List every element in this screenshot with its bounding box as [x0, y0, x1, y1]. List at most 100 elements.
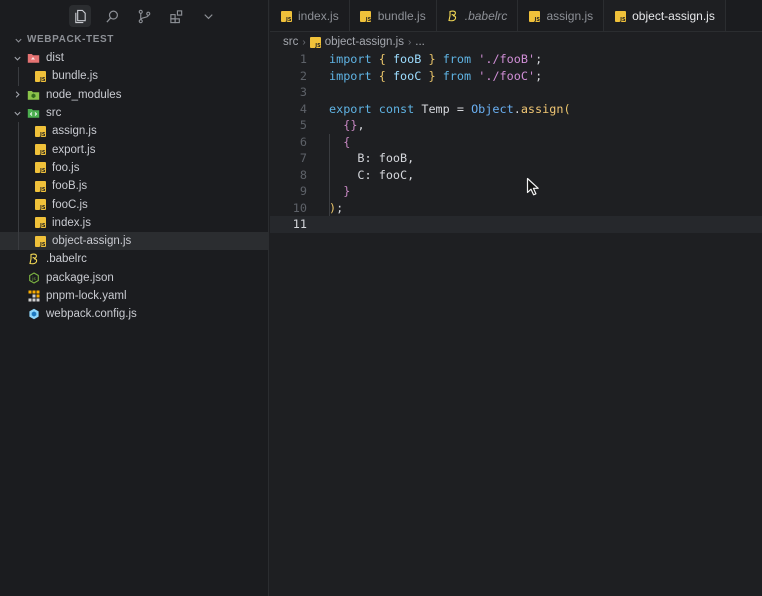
line-number: 7	[299, 151, 307, 165]
file-item-bundle-js[interactable]: bundle.js	[0, 67, 268, 86]
breadcrumb-folder[interactable]: src	[283, 36, 298, 48]
babel-icon	[29, 253, 38, 265]
babel-icon	[448, 10, 456, 22]
folder-item-node-modules[interactable]: node_modules	[0, 86, 268, 104]
tab-assign-js[interactable]: assign.js	[518, 0, 605, 31]
tree-item-label: fooC.js	[52, 198, 88, 211]
chevron-right-icon: ›	[302, 36, 306, 48]
code-token: './fooC'	[478, 68, 536, 83]
tab-bundle-js[interactable]: bundle.js	[350, 0, 437, 31]
code-token: B: fooB,	[329, 151, 415, 165]
code-line[interactable]: 8 C: fooC,	[270, 167, 762, 184]
line-number: 6	[299, 134, 307, 149]
tree-item-label: object-assign.js	[52, 235, 132, 248]
file-item-assign-js[interactable]: assign.js	[0, 122, 268, 141]
chevron-right-icon: ›	[407, 36, 412, 48]
file-item-object-assign-js[interactable]: object-assign.js	[0, 231, 268, 251]
file-item-fooc-js[interactable]: fooC.js	[0, 195, 268, 214]
tab-label: index.js	[298, 9, 339, 23]
code-token: from	[442, 68, 472, 83]
files-icon[interactable]	[69, 5, 91, 27]
source-control-icon[interactable]	[133, 5, 155, 27]
code-token: ;	[535, 68, 543, 83]
tree-item-label: bundle.js	[52, 70, 99, 83]
line-number: 2	[299, 68, 307, 83]
tree-indent-guide	[18, 67, 19, 86]
code-line[interactable]: 1 import { fooB } from './fooB';	[270, 51, 762, 68]
chevron-down-icon	[15, 38, 22, 43]
code-line[interactable]: 2 import { fooC } from './fooC';	[270, 68, 762, 85]
chevron-down-icon[interactable]	[197, 5, 219, 27]
folder-item-dist[interactable]: dist	[0, 49, 268, 67]
explorer-root-header[interactable]: WEBPACK-TEST	[0, 31, 268, 49]
tab-index-js[interactable]: index.js	[270, 0, 350, 31]
folder-node-icon	[27, 90, 40, 100]
tab-label: .babelrc	[464, 9, 508, 23]
line-number: 11	[292, 217, 307, 231]
nodejs-icon: js	[29, 272, 39, 284]
tab-label: bundle.js	[377, 9, 426, 23]
folder-item-src[interactable]: src	[0, 104, 268, 122]
code-line[interactable]: 5 {},	[270, 117, 762, 134]
tree-indent-guide	[18, 122, 19, 141]
js-file-icon	[34, 217, 46, 229]
code-token: assign	[520, 101, 564, 116]
code-line[interactable]: 10);	[270, 200, 762, 217]
tree-item-label: assign.js	[52, 125, 97, 138]
js-file-icon	[34, 70, 46, 83]
code-editor[interactable]: 1 import { fooB } from './fooB'; 2 import {…	[270, 51, 762, 233]
code-token: Object	[471, 101, 514, 116]
tree-item-label: foo.js	[52, 161, 80, 174]
file-item-index-js[interactable]: index.js	[0, 213, 268, 232]
js-file-icon	[614, 10, 626, 23]
tab-label: assign.js	[546, 9, 594, 23]
tree-item-label: fooB.js	[52, 180, 88, 193]
tab-babelrc[interactable]: .babelrc	[437, 0, 519, 31]
breadcrumb: src › object-assign.js › ...	[270, 33, 762, 51]
code-token: fooC	[392, 68, 422, 83]
code-token: ;	[535, 52, 543, 66]
file-item-foob-js[interactable]: fooB.js	[0, 177, 268, 196]
breadcrumb-file[interactable]: object-assign.js	[325, 36, 404, 48]
line-number: 5	[299, 118, 307, 132]
tree-item-label: src	[46, 107, 62, 120]
code-token: fooB	[392, 52, 422, 66]
code-token: }	[428, 68, 436, 83]
tree-indent-guide	[18, 158, 19, 178]
file-item-webpack-config-js[interactable]: webpack.config.js	[0, 305, 268, 323]
file-item-babelrc[interactable]: .babelrc	[0, 250, 268, 268]
code-line[interactable]: 9 }	[270, 183, 762, 200]
code-line[interactable]: 7 B: fooB,	[270, 150, 762, 167]
code-token: C: fooC,	[329, 167, 415, 182]
explorer-root-label: WEBPACK-TEST	[27, 34, 115, 45]
js-file-icon	[34, 180, 46, 193]
code-token: from	[442, 52, 472, 66]
tree-item-label: .babelrc	[46, 253, 87, 266]
extensions-icon[interactable]	[165, 5, 187, 27]
file-item-export-js[interactable]: export.js	[0, 140, 268, 159]
tree-indent-guide	[18, 231, 19, 251]
js-file-icon	[34, 162, 46, 174]
code-line[interactable]: 11	[270, 216, 762, 233]
file-item-package-json[interactable]: js package.json	[0, 269, 268, 287]
line-number: 9	[299, 184, 307, 198]
code-line[interactable]: 3	[270, 84, 762, 101]
breadcrumb-more[interactable]: ...	[415, 36, 425, 48]
code-line[interactable]: 4 export const Temp = Object.assign(	[270, 101, 762, 118]
explorer-sidebar: WEBPACK-TEST dist bundle.js node_modulessr…	[0, 0, 269, 596]
line-content: {	[307, 134, 350, 151]
mouse-pointer-icon	[526, 177, 539, 196]
search-icon[interactable]	[101, 5, 123, 27]
file-item-pnpm-lock-yaml[interactable]: pnpm-lock.yaml	[0, 287, 268, 305]
tab-object-assign-js[interactable]: object-assign.js	[604, 0, 726, 31]
code-line[interactable]: 6 {	[270, 134, 762, 151]
file-item-foo-js[interactable]: foo.js	[0, 158, 268, 178]
tree-item-label: node_modules	[46, 88, 122, 101]
chevron-down-icon	[13, 56, 21, 61]
